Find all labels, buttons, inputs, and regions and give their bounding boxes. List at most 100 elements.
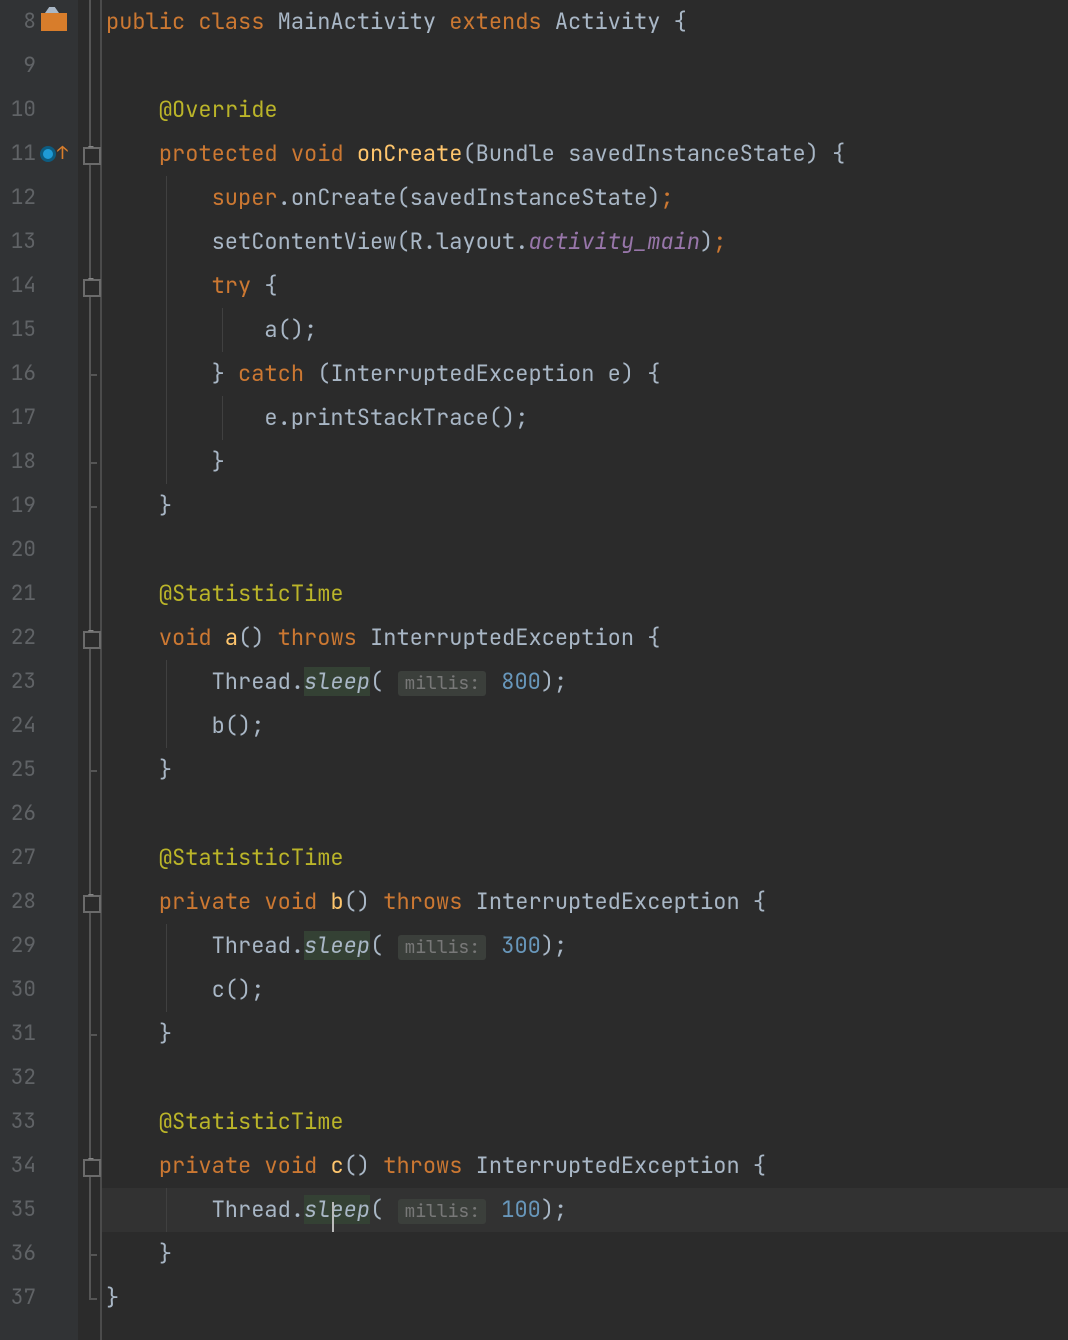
gutter-row[interactable]: 20 <box>0 528 78 572</box>
line-number: 35 <box>0 1188 36 1232</box>
line-number: 28 <box>0 880 36 924</box>
code-line[interactable]: try { <box>102 264 1068 308</box>
gutter-row[interactable]: 18 <box>0 440 78 484</box>
code-line[interactable]: } <box>102 1012 1068 1056</box>
fold-column <box>78 0 102 1340</box>
code-line[interactable] <box>102 528 1068 572</box>
code-line[interactable]: } <box>102 484 1068 528</box>
gutter-row[interactable]: 15 <box>0 308 78 352</box>
fold-handle[interactable] <box>78 1276 100 1320</box>
gutter-row[interactable]: 21 <box>0 572 78 616</box>
code-line[interactable] <box>102 44 1068 88</box>
gutter-row[interactable]: 25 <box>0 748 78 792</box>
code-line[interactable]: setContentView(R.layout.activity_main); <box>102 220 1068 264</box>
gutter-row[interactable]: 16 <box>0 352 78 396</box>
fold-handle[interactable] <box>78 748 100 792</box>
gutter-row[interactable]: 27 <box>0 836 78 880</box>
fold-handle[interactable] <box>78 0 100 44</box>
code-line[interactable]: void a() throws InterruptedException { <box>102 616 1068 660</box>
gutter-row[interactable]: 14 <box>0 264 78 308</box>
gutter-row[interactable]: 13 <box>0 220 78 264</box>
line-number: 32 <box>0 1056 36 1100</box>
gutter-row[interactable]: 8 <box>0 0 78 44</box>
code-line[interactable]: } <box>102 1276 1068 1320</box>
fold-handle[interactable] <box>78 440 100 484</box>
code-line[interactable]: Thread.sleep( millis: 300); <box>102 924 1068 968</box>
line-number: 10 <box>0 88 36 132</box>
code-line[interactable] <box>102 792 1068 836</box>
code-line[interactable]: @StatisticTime <box>102 1100 1068 1144</box>
fold-handle[interactable] <box>78 264 100 308</box>
gutter-row[interactable]: 34 <box>0 1144 78 1188</box>
code-line[interactable]: private void b() throws InterruptedExcep… <box>102 880 1068 924</box>
fold-handle[interactable] <box>78 1012 100 1056</box>
code-line[interactable]: Thread.sleep( millis: 100); <box>102 1188 1068 1232</box>
line-number: 13 <box>0 220 36 264</box>
gutter-row[interactable]: 30 <box>0 968 78 1012</box>
gutter-row[interactable]: 29 <box>0 924 78 968</box>
gutter-row[interactable]: 12 <box>0 176 78 220</box>
code-line[interactable]: protected void onCreate(Bundle savedInst… <box>102 132 1068 176</box>
code-line[interactable]: super.onCreate(savedInstanceState); <box>102 176 1068 220</box>
line-number: 33 <box>0 1100 36 1144</box>
code-line[interactable]: @Override <box>102 88 1068 132</box>
gutter-row[interactable]: 11 ↑ <box>0 132 78 176</box>
code-line[interactable]: e.printStackTrace(); <box>102 396 1068 440</box>
gutter-row[interactable]: 36 <box>0 1232 78 1276</box>
gutter-row[interactable]: 26 <box>0 792 78 836</box>
fold-handle[interactable] <box>78 132 100 176</box>
gutter-row[interactable]: 32 <box>0 1056 78 1100</box>
line-number: 21 <box>0 572 36 616</box>
gutter-row[interactable]: 22 <box>0 616 78 660</box>
line-number: 9 <box>0 44 36 88</box>
gutter-row[interactable]: 33 <box>0 1100 78 1144</box>
gutter-row[interactable]: 10 <box>0 88 78 132</box>
code-text-area[interactable]: public class MainActivity extends Activi… <box>102 0 1068 1340</box>
gutter-row[interactable]: 37 <box>0 1276 78 1320</box>
code-line[interactable]: a(); <box>102 308 1068 352</box>
fold-handle[interactable] <box>78 484 100 528</box>
gutter-row[interactable]: 31 <box>0 1012 78 1056</box>
line-number: 17 <box>0 396 36 440</box>
gutter-row[interactable]: 24 <box>0 704 78 748</box>
fold-handle[interactable] <box>78 880 100 924</box>
code-line[interactable]: private void c() throws InterruptedExcep… <box>102 1144 1068 1188</box>
line-number: 23 <box>0 660 36 704</box>
class-file-icon[interactable] <box>36 13 72 31</box>
line-number: 20 <box>0 528 36 572</box>
gutter-row[interactable]: 17 <box>0 396 78 440</box>
line-number: 29 <box>0 924 36 968</box>
override-marker-icon[interactable]: ↑ <box>36 145 72 163</box>
code-line[interactable]: @StatisticTime <box>102 572 1068 616</box>
code-line[interactable]: } <box>102 748 1068 792</box>
fold-handle[interactable] <box>78 616 100 660</box>
fold-handle[interactable] <box>78 1144 100 1188</box>
code-line[interactable] <box>102 1056 1068 1100</box>
gutter-row[interactable]: 9 <box>0 44 78 88</box>
gutter-row[interactable]: 19 <box>0 484 78 528</box>
gutter: 8 9 10 11 ↑ 12 13 14 15 16 17 18 19 20 2… <box>0 0 78 1340</box>
code-line[interactable]: Thread.sleep( millis: 800); <box>102 660 1068 704</box>
line-number: 15 <box>0 308 36 352</box>
fold-handle[interactable] <box>78 352 100 396</box>
line-number: 31 <box>0 1012 36 1056</box>
code-line[interactable]: c(); <box>102 968 1068 1012</box>
line-number: 12 <box>0 176 36 220</box>
line-number: 30 <box>0 968 36 1012</box>
gutter-row[interactable]: 23 <box>0 660 78 704</box>
line-number: 22 <box>0 616 36 660</box>
line-number: 37 <box>0 1276 36 1320</box>
gutter-row[interactable]: 35 <box>0 1188 78 1232</box>
line-number: 36 <box>0 1232 36 1276</box>
code-editor: 8 9 10 11 ↑ 12 13 14 15 16 17 18 19 20 2… <box>0 0 1068 1340</box>
code-line[interactable]: } <box>102 440 1068 484</box>
code-line[interactable]: b(); <box>102 704 1068 748</box>
fold-handle[interactable] <box>78 1232 100 1276</box>
parameter-hint: millis: <box>398 935 486 960</box>
code-line[interactable]: } catch (InterruptedException e) { <box>102 352 1068 396</box>
gutter-row[interactable]: 28 <box>0 880 78 924</box>
code-line[interactable]: public class MainActivity extends Activi… <box>102 0 1068 44</box>
code-line[interactable]: @StatisticTime <box>102 836 1068 880</box>
line-number: 24 <box>0 704 36 748</box>
code-line[interactable]: } <box>102 1232 1068 1276</box>
